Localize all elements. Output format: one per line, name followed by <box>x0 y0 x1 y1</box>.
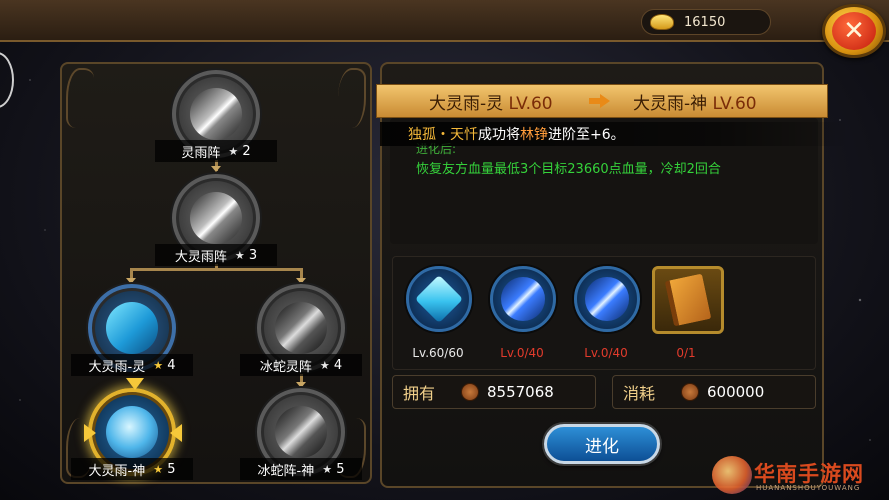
golden-book-icon <box>652 266 724 334</box>
notice-player: 独孤・天忏 <box>408 127 478 143</box>
skill-stars: 4 <box>333 357 343 373</box>
evolve-button[interactable]: 进化 <box>544 424 660 464</box>
material-slot[interactable]: Lv.0/40 <box>484 262 560 366</box>
material-slot[interactable]: Lv.0/40 <box>568 262 644 366</box>
owned-copper: 拥有 8557068 <box>392 375 596 409</box>
to-skill-level: LV.60 <box>712 93 757 114</box>
skill-node-label: 冰蛇灵阵 ★ 4 <box>240 354 362 376</box>
owned-label: 拥有 <box>403 384 436 403</box>
ornament-corner <box>338 68 366 128</box>
gold-ingot-icon <box>650 14 674 30</box>
material-slot[interactable]: 0/1 <box>648 262 724 366</box>
skill-node[interactable]: 冰蛇阵-神 ★ 5 <box>240 388 362 484</box>
skill-node[interactable]: 大灵雨-灵 ★ 4 <box>71 284 193 380</box>
crystal-gem-icon <box>406 266 472 332</box>
skill-name: 冰蛇阵-神 <box>257 463 315 479</box>
blue-skill-orb-icon <box>490 266 556 332</box>
cost-value: 600000 <box>707 383 765 401</box>
skill-name: 大灵雨-神 <box>88 463 146 479</box>
material-count: Lv.60/60 <box>412 346 464 360</box>
skill-node[interactable]: 大灵雨阵 ★ 3 <box>155 174 277 270</box>
from-skill-name: 大灵雨-灵 <box>429 93 504 114</box>
selection-marker <box>84 424 96 442</box>
skill-name: 冰蛇灵阵 <box>259 359 312 375</box>
close-button[interactable]: ✕ <box>822 4 886 58</box>
blue-skill-orb-icon <box>574 266 640 332</box>
skill-name: 大灵雨阵 <box>174 249 227 265</box>
description-text: 恢复友方血量最低3个目标23660点血量，冷却2回合 <box>416 162 721 177</box>
skill-node[interactable]: 冰蛇灵阵 ★ 4 <box>240 284 362 380</box>
copper-coin-icon <box>461 383 479 401</box>
star-icon: ★ <box>319 358 330 372</box>
skill-node[interactable]: 灵雨阵 ★ 2 <box>155 70 277 166</box>
skill-node-label: 冰蛇阵-神 ★ 5 <box>240 458 362 480</box>
side-menu-button[interactable] <box>0 52 14 108</box>
skill-stars: 4 <box>167 357 176 373</box>
upgrade-to: 大灵雨-神 LV.60 <box>633 89 757 114</box>
owned-value: 8557068 <box>487 383 554 401</box>
skill-node-label: 大灵雨-灵 ★ 4 <box>71 354 193 376</box>
star-icon: ★ <box>228 144 239 158</box>
skill-name: 大灵雨-灵 <box>88 359 146 375</box>
watermark-subtitle: HUANANSHOUYOUWANG <box>756 484 861 492</box>
copper-coin-icon <box>681 383 699 401</box>
arrow-right-icon <box>589 94 611 108</box>
watermark-logo-icon <box>712 456 752 494</box>
star-icon: ★ <box>322 462 333 476</box>
notice-item: 林铮 <box>520 127 548 143</box>
tree-arrow <box>211 166 221 172</box>
currency-amount: 16150 <box>684 14 726 30</box>
notice-text: 成功将 <box>478 127 520 143</box>
to-skill-name: 大灵雨-神 <box>633 93 708 114</box>
skill-node-label: 大灵雨-神 ★ 5 <box>71 458 193 480</box>
star-icon: ★ <box>153 358 164 372</box>
skill-stars: 5 <box>167 461 176 477</box>
system-notice-banner: 独孤・天忏 成功将 林铮 进阶至+6。 <box>380 122 850 146</box>
close-icon: ✕ <box>832 12 876 50</box>
selection-marker <box>170 424 182 442</box>
skill-stars: 2 <box>242 143 251 159</box>
skill-node-label: 灵雨阵 ★ 2 <box>155 140 277 162</box>
site-watermark: 华南手游网 HUANANSHOUYOUWANG <box>712 456 887 496</box>
star-icon: ★ <box>234 248 245 262</box>
cost-label: 消耗 <box>623 384 656 403</box>
currency-display: 16150 <box>641 9 771 35</box>
from-skill-level: LV.60 <box>508 93 553 114</box>
material-count: 0/1 <box>676 346 696 360</box>
skill-node-label: 大灵雨阵 ★ 3 <box>155 244 277 266</box>
upgrade-path-bar: 大灵雨-灵 LV.60 大灵雨-神 LV.60 <box>376 84 828 118</box>
star-icon: ★ <box>153 462 164 476</box>
notice-text: 进阶至+6。 <box>548 127 625 143</box>
material-slot[interactable]: Lv.60/60 <box>400 262 476 366</box>
selection-marker <box>126 378 144 390</box>
cost-copper: 消耗 600000 <box>612 375 816 409</box>
material-count: Lv.0/40 <box>584 346 628 360</box>
skill-stars: 3 <box>248 247 258 263</box>
upgrade-from: 大灵雨-灵 LV.60 <box>429 89 553 114</box>
skill-stars: 5 <box>336 461 345 477</box>
ornament-corner <box>66 68 94 128</box>
material-count: Lv.0/40 <box>500 346 544 360</box>
skill-name: 灵雨阵 <box>181 145 221 161</box>
